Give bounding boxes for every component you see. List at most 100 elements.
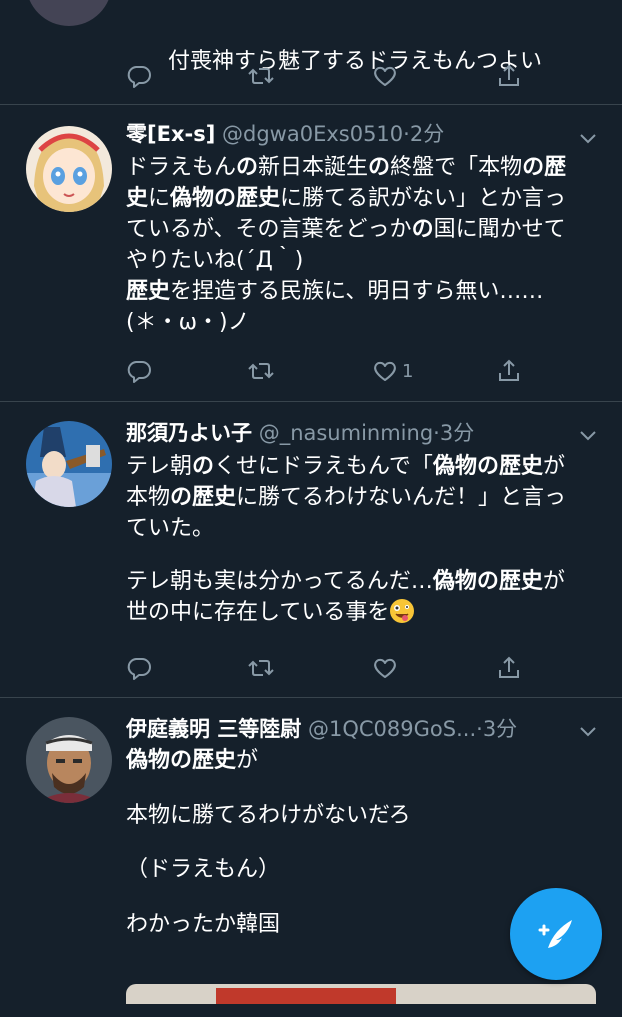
avatar[interactable]: [26, 126, 112, 212]
heart-icon: [374, 361, 396, 381]
text-run: を捏造する民族に、明日すら無い……: [170, 279, 544, 304]
reply-button[interactable]: [126, 653, 152, 683]
zany-face-icon: [390, 599, 415, 623]
tweet-text-line: テレ朝のくせにドラえもんで「偽物の歴史が: [126, 451, 600, 482]
highlighted-text: の: [236, 155, 259, 180]
share-button[interactable]: [496, 356, 522, 386]
like-button[interactable]: [372, 61, 402, 91]
avatar[interactable]: [26, 0, 112, 26]
retweet-icon: [248, 363, 274, 379]
highlighted-text: 史: [126, 186, 149, 211]
tweet-text-line: [126, 544, 600, 566]
text-run: が: [236, 748, 259, 773]
tweet-header: 那須乃よい子 @_nasuminming·3分: [126, 419, 572, 447]
timestamp[interactable]: 2分: [410, 122, 444, 146]
tweet-text-line: テレ朝も実は分かってるんだ…偽物の歴史が: [126, 566, 600, 597]
retweet-icon: [248, 660, 274, 676]
highlighted-text: の: [411, 217, 434, 242]
text-run: 国に聞かせて: [433, 217, 566, 242]
tweet-text-line: 世の中に存在している事を: [126, 597, 600, 628]
highlighted-text: 偽物の歴史: [432, 569, 543, 594]
tweet-text-line: ドラえもんの新日本誕生の終盤で「本物の歴: [126, 152, 600, 183]
chevron-down-icon[interactable]: [576, 423, 600, 447]
reply-icon: [127, 66, 151, 88]
separator-dot: ·: [433, 421, 440, 445]
timestamp[interactable]: 3分: [440, 421, 474, 445]
display-name[interactable]: 那須乃よい子: [126, 421, 252, 445]
retweet-button[interactable]: [248, 653, 274, 683]
avatar-image: [26, 717, 112, 803]
tweet-text-line: 歴史を捏造する民族に、明日すら無い……: [126, 276, 600, 307]
highlighted-text: の歴史: [170, 485, 237, 510]
retweet-button[interactable]: [248, 61, 274, 91]
media-preview-banner: [216, 988, 396, 1004]
tweet-text-line: （ドラえもん）: [126, 854, 600, 887]
tweet-actions: 1: [126, 356, 526, 386]
tweet-text-line: 史に偽物の歴史に勝てる訳がない」とか言っ: [126, 183, 600, 214]
text-run: ていた。: [126, 516, 215, 541]
media-preview[interactable]: [126, 984, 596, 1004]
compose-tweet-button[interactable]: [510, 888, 602, 980]
share-button[interactable]: [496, 61, 522, 91]
tweet-text-line: [126, 778, 600, 800]
avatar[interactable]: [26, 717, 112, 803]
like-count: 1: [402, 360, 414, 382]
retweet-button[interactable]: [248, 356, 274, 386]
timestamp[interactable]: 3分: [483, 717, 517, 741]
text-run: （ドラえもん）: [126, 857, 281, 882]
reply-icon: [127, 361, 151, 383]
text-run: が: [542, 569, 565, 594]
tweet-text-line: やりたいね(´Д｀): [126, 245, 600, 276]
retweet-icon: [248, 68, 274, 84]
tweet-3[interactable]: 那須乃よい子 @_nasuminming·3分 テレ朝のくせにドラえもんで「偽物…: [0, 401, 622, 698]
text-run: テレ朝: [126, 454, 193, 479]
share-button[interactable]: [496, 653, 522, 683]
share-icon: [499, 656, 519, 678]
tweet-2[interactable]: 零[Ex-s] @dgwa0Exs0510·2分 ドラえもんの新日本誕生の終盤で…: [0, 104, 622, 402]
reply-icon: [127, 658, 151, 680]
display-name[interactable]: 伊庭義明 三等陸尉: [126, 717, 301, 741]
highlighted-text: の: [368, 155, 391, 180]
text-run: ドラえもん: [126, 155, 237, 180]
tweet-text-line: (＊・ω・)ノ: [126, 307, 600, 338]
text-run: に: [148, 186, 171, 211]
text-run: 世の中に存在している事を: [126, 600, 390, 625]
tweet-text-line: ているが、その言葉をどっかの国に聞かせて: [126, 214, 600, 245]
avatar[interactable]: [26, 421, 112, 507]
reply-button[interactable]: [126, 356, 152, 386]
tweet-text-line: 偽物の歴史が: [126, 745, 600, 778]
text-run: ているが、その言葉をどっか: [126, 217, 412, 242]
highlighted-text: 歴史: [126, 279, 171, 304]
like-button[interactable]: 1: [372, 356, 413, 386]
heart-icon: [374, 66, 396, 86]
chevron-down-icon[interactable]: [576, 126, 600, 150]
share-icon: [499, 64, 519, 86]
highlighted-text: 偽物の歴史: [170, 186, 281, 211]
highlighted-text: の: [192, 454, 215, 479]
chevron-down-icon[interactable]: [576, 719, 600, 743]
user-handle[interactable]: @_nasuminming: [259, 421, 433, 445]
tweet-text-line: 本物の歴史に勝てるわけないんだ！」と言っ: [126, 482, 600, 513]
text-run: 本物: [126, 485, 171, 510]
text-run: くせにドラえもんで「: [214, 454, 433, 479]
separator-dot: ·: [403, 122, 410, 146]
tweet-text-line: ていた。: [126, 513, 600, 544]
reply-button[interactable]: [126, 61, 152, 91]
tweet-header: 零[Ex-s] @dgwa0Exs0510·2分: [126, 120, 572, 148]
highlighted-text: の歴: [522, 155, 567, 180]
highlighted-text: 偽物の歴史: [126, 748, 237, 773]
user-handle[interactable]: @dgwa0Exs0510: [222, 122, 403, 146]
text-run: 本物に勝てるわけがないだろ: [126, 802, 411, 828]
compose-tweet-icon: [538, 920, 572, 948]
heart-icon: [374, 658, 396, 678]
text-run: (＊・ω・)ノ: [126, 310, 250, 335]
text-run: に勝てる訳がない」とか言っ: [280, 186, 567, 211]
avatar-image: [26, 126, 112, 212]
display-name[interactable]: 零[Ex-s]: [126, 122, 215, 146]
tweet-text-line: [126, 832, 600, 854]
tweet-1[interactable]: 付喪神すら魅了するドラえもんつよい: [0, 0, 622, 105]
like-button[interactable]: [372, 653, 402, 683]
text-run: に勝てるわけないんだ！」と言っ: [236, 485, 567, 510]
user-handle[interactable]: @1QC089GoS...: [308, 717, 476, 741]
separator-dot: ·: [476, 717, 483, 741]
